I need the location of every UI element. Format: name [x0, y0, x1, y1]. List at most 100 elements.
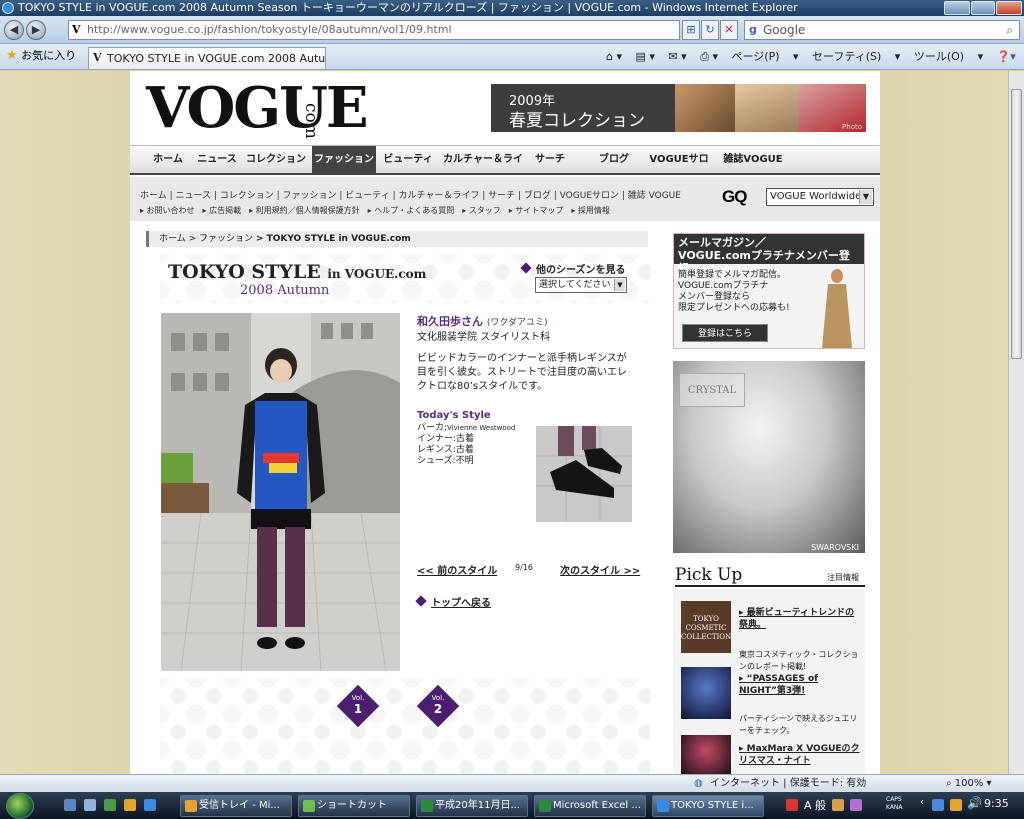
network-icon[interactable] [932, 799, 944, 811]
favorites-button[interactable]: ★ お気に入り [6, 49, 76, 63]
outlook-icon[interactable] [124, 799, 136, 811]
shoes-illustration [536, 426, 632, 522]
taskbar-excel-2[interactable]: Microsoft Excel ... [534, 795, 646, 817]
back-button[interactable]: ◀ [4, 20, 24, 40]
quicklaunch-icon[interactable] [84, 799, 96, 811]
mm-header-line1: メールマガジン／ [678, 236, 766, 249]
window-titlebar: TOKYO STYLE in VOGUE.com 2008 Autumn Sea… [0, 0, 1024, 16]
show-desktop-icon[interactable] [64, 799, 76, 811]
profile-reading: (ワクダアユミ) [486, 318, 548, 328]
other-seasons-text: 他のシーズンを見る [536, 265, 626, 276]
profile-school: 文化服装学院 スタイリスト科 [417, 332, 551, 343]
ie-icon[interactable] [144, 799, 156, 811]
vol-1-label[interactable]: Vol. 1 [343, 694, 373, 715]
taskbar-ie[interactable]: TOKYO STYLE i... [652, 795, 764, 817]
banner-credit: Photo [842, 123, 862, 131]
tools-menu[interactable]: ツール(O) ▾ [914, 50, 983, 63]
page-menu[interactable]: ページ(P) ▾ [732, 50, 799, 63]
safety-menu[interactable]: セーフティ(S) ▾ [812, 50, 900, 63]
search-icon[interactable]: ⌕ [1006, 21, 1013, 39]
taskbar-excel-1[interactable]: 平成20年11月日... [416, 795, 528, 817]
feeds-icon[interactable]: ▤ ▾ [636, 50, 655, 63]
diamond-icon [520, 262, 532, 274]
taskbar-shortcut[interactable]: ショートカット [298, 795, 410, 817]
vogue-logo[interactable]: VOGUE com [146, 80, 369, 139]
tray-chevron-icon[interactable]: ‹ [920, 797, 924, 808]
model-illustration [822, 269, 852, 348]
pickup-thumb-1[interactable]: TOKYO COSMETIC COLLECTION [681, 601, 731, 653]
close-button[interactable] [996, 1, 1022, 15]
nav-magazine[interactable]: 雑誌VOGUE [722, 146, 784, 174]
home-icon[interactable]: ⌂ ▾ [606, 50, 622, 63]
pickup-link-1[interactable]: ▸ 最新ビューティトレンドの祭典。 [739, 607, 861, 631]
refresh-icon[interactable]: ↻ [701, 20, 719, 40]
todays-style-label: Today's Style [417, 410, 491, 421]
security-zone[interactable]: インターネット | 保護モード: 有効 [710, 775, 866, 792]
page-content: VOGUE com 2009年 春夏コレクション Photo ホーム ニュース … [130, 71, 880, 774]
sub-nav-links[interactable]: ホーム | ニュース | コレクション | ファッション | ビューティ | カ… [140, 188, 681, 201]
maximize-button[interactable] [971, 1, 995, 15]
address-input[interactable]: V http://www.vogue.co.jp/fashion/tokyost… [68, 20, 680, 40]
compat-view-icon[interactable]: ⊞ [682, 20, 700, 40]
tray-icon[interactable] [950, 799, 962, 811]
help-icon[interactable]: ❓▾ [997, 50, 1016, 63]
print-icon[interactable]: ⎙ ▾ [700, 50, 718, 63]
scrollbar-thumb[interactable] [1011, 89, 1022, 359]
vol-2-label[interactable]: Vol. 2 [423, 694, 453, 715]
tray-icon[interactable] [850, 799, 862, 811]
mail-icon[interactable]: ✉ ▾ [668, 50, 686, 63]
tray-icon[interactable] [786, 799, 798, 811]
register-button[interactable]: 登録はこちら [682, 324, 768, 342]
start-button[interactable] [6, 793, 34, 819]
clock[interactable]: 9:35 [984, 797, 1009, 810]
breadcrumb-home[interactable]: ホーム [159, 234, 186, 244]
back-to-top-link[interactable]: トップへ戻る [415, 594, 491, 609]
profile-name: 和久田歩さん (ワクダアユミ) [417, 313, 548, 329]
search-input[interactable]: g Google ⌕ [744, 20, 1020, 40]
site-favicon: V [93, 51, 102, 64]
collection-banner[interactable]: 2009年 春夏コレクション Photo [491, 84, 866, 132]
breadcrumb-fashion[interactable]: > ファッション [189, 234, 253, 244]
forward-button[interactable]: ▶ [26, 20, 46, 40]
nav-collection[interactable]: コレクション [246, 146, 306, 174]
season-select[interactable]: 選択してください ▼ [535, 277, 627, 293]
swarovski-ad[interactable]: CRYSTAL SWAROVSKI [673, 361, 865, 553]
vertical-scrollbar[interactable] [1008, 71, 1024, 774]
zoom-control[interactable]: ⌕ 100% ▾ [946, 775, 992, 792]
mail-magazine-box[interactable]: メールマガジン／ VOGUE.comプラチナメンバー登録 簡単登録でメルマガ配信… [673, 233, 865, 349]
tray-icon[interactable] [832, 799, 844, 811]
prev-style-link[interactable]: << 前のスタイル [417, 562, 497, 577]
mm-body-line1: 簡単登録でメルマガ配信。 [678, 270, 787, 280]
ime-indicator[interactable]: A 般 [804, 797, 826, 813]
nav-vogue-salon[interactable]: VOGUEサロン [646, 146, 712, 193]
nav-blog[interactable]: ブログ [592, 146, 636, 174]
nav-home[interactable]: ホーム [148, 146, 188, 174]
taskbar-inbox[interactable]: 受信トレイ - Mi... [180, 795, 292, 817]
pickup-link-3[interactable]: ▸ MaxMara X VOGUEのクリスマス・ナイト [739, 743, 861, 767]
nav-beauty[interactable]: ビューティ [380, 146, 436, 174]
stop-icon[interactable]: ✕ [720, 20, 738, 40]
footer-links[interactable]: ▸ お問い合わせ ▸ 広告掲載 ▸ 利用規約／個人情報保護方針 ▸ ヘルプ・よく… [140, 205, 610, 216]
tab-vogue[interactable]: V TOKYO STYLE in VOGUE.com 2008 Autumn..… [88, 47, 326, 69]
profile-name-text: 和久田歩さん [417, 315, 483, 328]
vol-1-prefix: Vol. [351, 694, 365, 702]
worldwide-select[interactable]: VOGUE Worldwide ▼ [766, 188, 874, 206]
browser-viewport: VOGUE com 2009年 春夏コレクション Photo ホーム ニュース … [0, 71, 1024, 774]
volume-icon[interactable]: 🔊 [967, 796, 982, 810]
nav-fashion[interactable]: ファッション [312, 146, 376, 174]
nav-culture-life[interactable]: カルチャー＆ライフ [442, 146, 524, 193]
pickup-thumb-2[interactable] [681, 667, 731, 719]
breadcrumb: ホーム > ファッション > TOKYO STYLE in VOGUE.com [146, 231, 648, 247]
quicklaunch-icon[interactable] [104, 799, 116, 811]
pickup-link-2[interactable]: ▸ “PASSAGES of NIGHT”第3弾! [739, 673, 861, 697]
pickup-thumb-3[interactable] [681, 735, 731, 774]
nav-search[interactable]: サーチ [530, 146, 570, 174]
minimize-button[interactable] [944, 1, 970, 15]
site-favicon: V [72, 23, 81, 36]
worldwide-value: VOGUE Worldwide [770, 191, 862, 202]
mm-body-line2: VOGUE.comプラチナ [678, 281, 769, 291]
taskbar-ie-label: TOKYO STYLE i... [671, 800, 754, 811]
next-style-link[interactable]: 次のスタイル >> [560, 562, 640, 577]
nav-news[interactable]: ニュース [194, 146, 240, 174]
gq-logo[interactable]: GQ [722, 187, 747, 207]
